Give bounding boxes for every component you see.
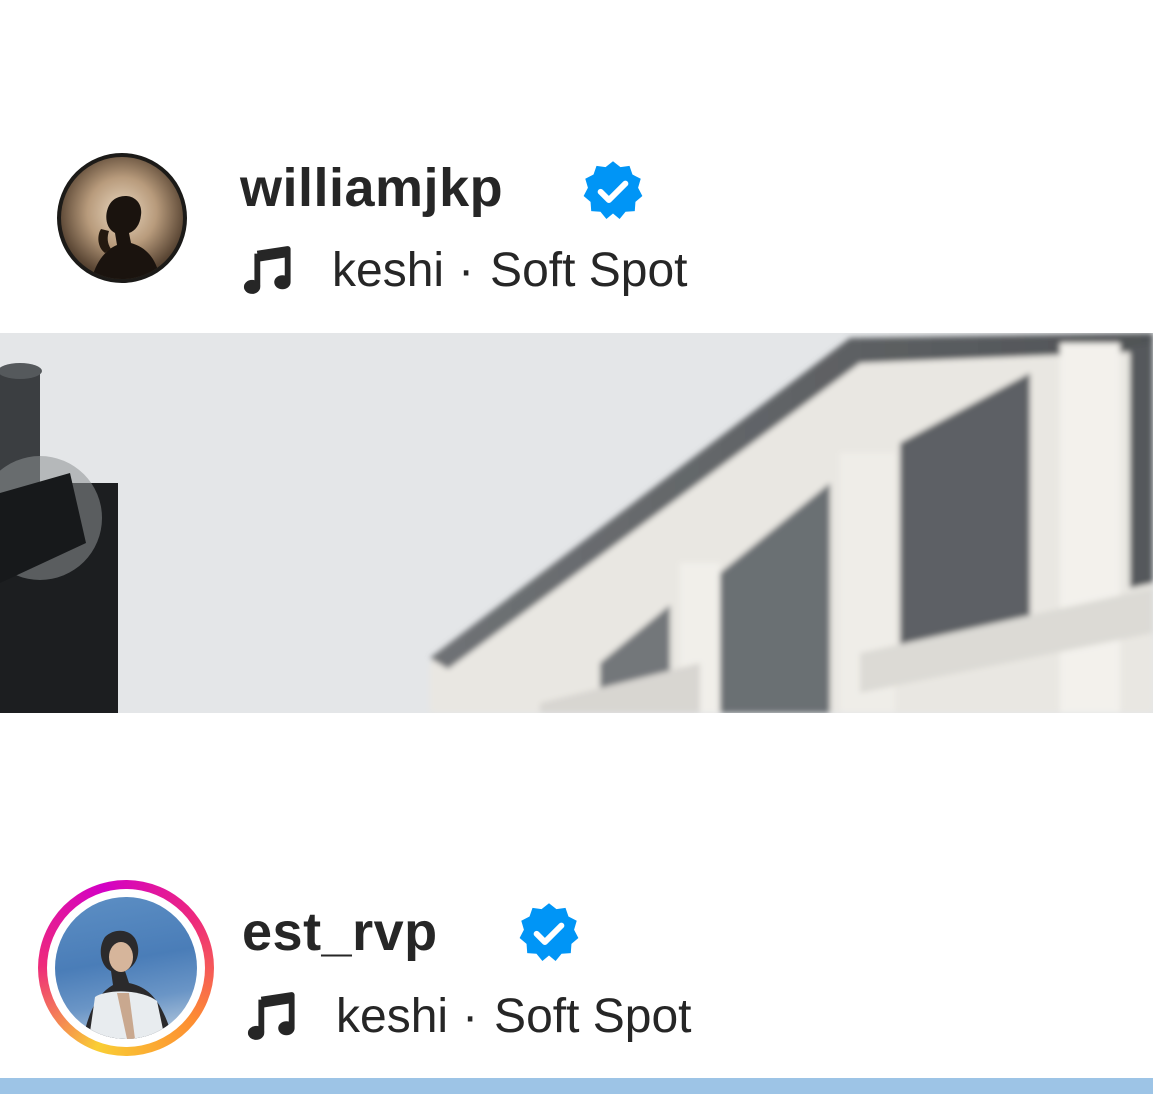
music-info[interactable]: keshi · Soft Spot: [240, 240, 688, 300]
music-note-icon: [243, 246, 291, 294]
post-image[interactable]: [0, 333, 1153, 713]
music-separator: ·: [462, 989, 479, 1043]
avatar-story-ring[interactable]: [38, 880, 214, 1056]
post-header: est_rvp keshi · Soft Spot: [0, 878, 1153, 1056]
music-song: Soft Spot: [494, 989, 692, 1043]
username[interactable]: est_rvp: [242, 902, 438, 962]
music-note-icon: [247, 992, 295, 1040]
post-image[interactable]: [0, 1078, 1153, 1094]
username[interactable]: williamjkp: [240, 158, 503, 218]
verified-badge-icon: [583, 161, 643, 220]
music-song: Soft Spot: [490, 243, 688, 297]
avatar[interactable]: [57, 153, 187, 283]
music-separator: ·: [458, 243, 475, 297]
instagram-feed: williamjkp keshi · Soft Spot est_rvp kes…: [0, 0, 1153, 1094]
avatar-image: [61, 157, 183, 279]
avatar-image: [55, 897, 197, 1039]
music-artist: keshi: [332, 243, 445, 297]
music-info[interactable]: keshi · Soft Spot: [244, 986, 692, 1046]
post-header: williamjkp keshi · Soft Spot: [0, 150, 1153, 310]
verified-badge-icon: [519, 903, 579, 962]
music-artist: keshi: [336, 989, 449, 1043]
